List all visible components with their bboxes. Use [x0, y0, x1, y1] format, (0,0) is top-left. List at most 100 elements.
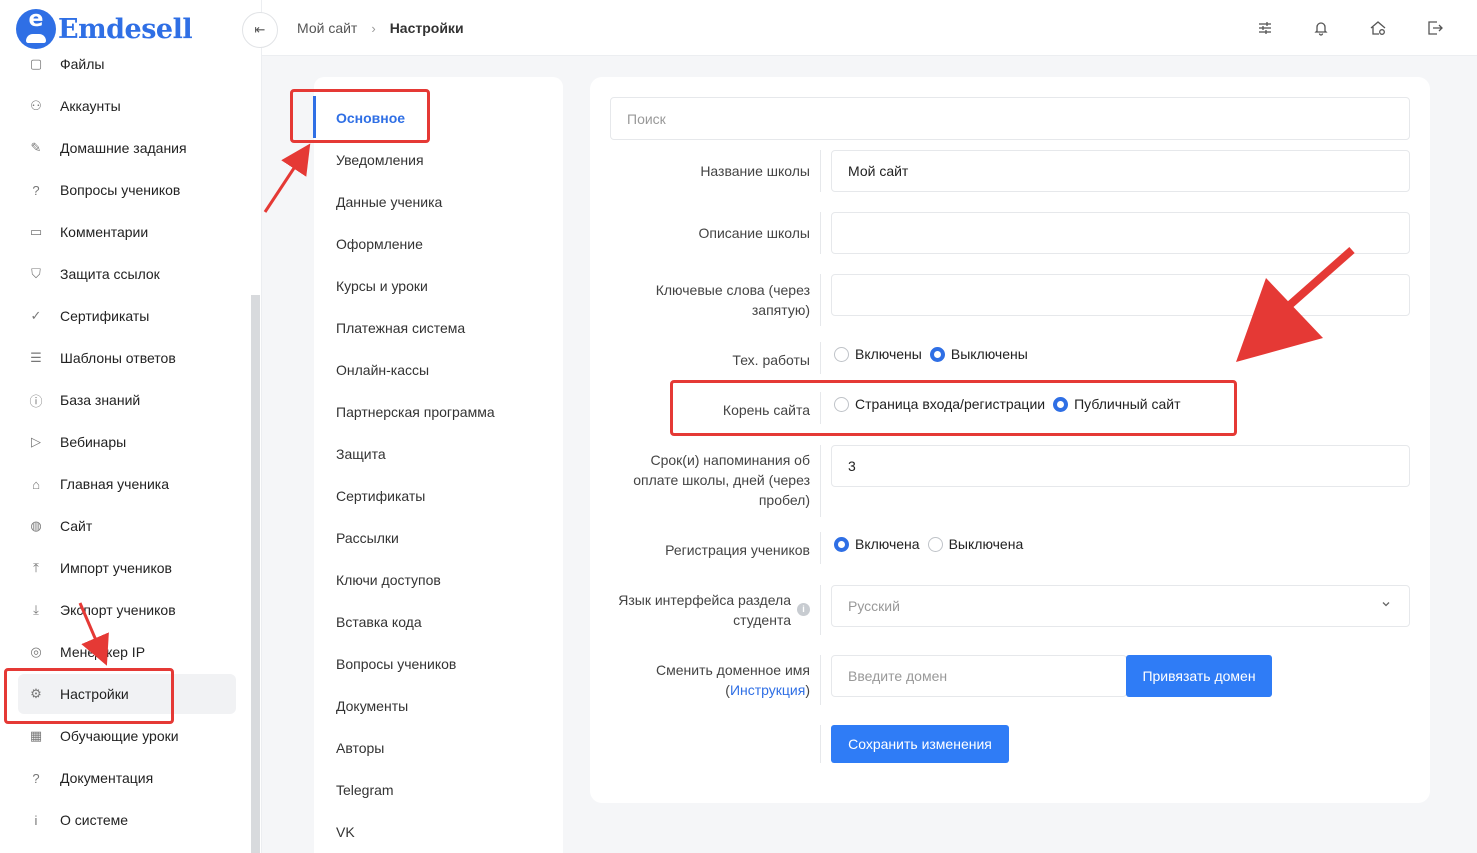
sidebar-item-label: Сайт: [60, 518, 93, 534]
pencil-icon: ✎: [30, 140, 42, 155]
domain-input[interactable]: Введите домен: [831, 655, 1127, 697]
breadcrumb: Мой сайт › Настройки: [297, 20, 464, 36]
registration-off-radio[interactable]: [927, 536, 943, 552]
info-icon[interactable]: i: [797, 603, 810, 616]
save-changes-button[interactable]: Сохранить изменения: [831, 725, 1009, 763]
sidebar-item-label: Сертификаты: [60, 308, 150, 324]
sidebar-item[interactable]: ⚇ Аккаунты: [18, 86, 236, 126]
list-icon: ☰: [30, 350, 42, 365]
settings-menu-item[interactable]: Вопросы учеников: [336, 654, 456, 674]
school-name-input[interactable]: Мой сайт: [831, 150, 1410, 192]
maintenance-label: Тех. работы: [732, 352, 810, 368]
bell-icon[interactable]: [1310, 17, 1332, 39]
sidebar-item-label: Экспорт учеников: [60, 602, 176, 618]
breadcrumb-root[interactable]: Мой сайт: [297, 20, 357, 36]
settings-search-input[interactable]: Поиск: [610, 97, 1410, 140]
sidebar-item-label: Аккаунты: [60, 98, 121, 114]
play-icon: ▷: [31, 434, 41, 449]
collapse-sidebar-button[interactable]: ⇤: [242, 12, 278, 48]
check-badge-icon: ✓: [30, 308, 42, 323]
settings-menu-item[interactable]: Ключи доступов: [336, 570, 441, 590]
keywords-label-line: Ключевые слова (через: [655, 282, 810, 298]
language-label: Язык интерфейса раздела студента: [618, 590, 791, 630]
annotation-arrow: [263, 143, 311, 213]
settings-menu-item[interactable]: Онлайн-кассы: [336, 360, 429, 380]
settings-menu-item[interactable]: Курсы и уроки: [336, 276, 428, 296]
school-description-input[interactable]: [831, 212, 1410, 254]
sidebar-item[interactable]: ? Вопросы учеников: [18, 170, 236, 210]
instruction-link[interactable]: Инструкция: [730, 682, 805, 698]
collapse-left-icon: ⇤: [254, 22, 266, 37]
registration-label: Регистрация учеников: [665, 542, 810, 558]
settings-menu-item[interactable]: Защита: [336, 444, 386, 464]
sliders-icon[interactable]: [1254, 17, 1276, 39]
sidebar-item-label: Документация: [60, 770, 154, 786]
language-label-line: студента: [733, 612, 791, 628]
settings-menu-item[interactable]: Данные ученика: [336, 192, 442, 212]
settings-menu-item[interactable]: Вставка кода: [336, 612, 422, 632]
sidebar-item[interactable]: ✎ Домашние задания: [18, 128, 236, 168]
info-square-icon: i: [34, 812, 38, 828]
row-separator: [820, 445, 821, 517]
maintenance-off-label[interactable]: Выключены: [951, 346, 1028, 362]
sidebar-item[interactable]: ◍ Сайт: [18, 506, 236, 546]
sidebar-item[interactable]: ▢ Файлы: [18, 44, 236, 84]
keywords-input[interactable]: [831, 274, 1410, 316]
comment-icon: ▭: [29, 224, 43, 239]
settings-menu-item[interactable]: Telegram: [336, 780, 394, 800]
sidebar-item[interactable]: ☰ Шаблоны ответов: [18, 338, 236, 378]
language-select[interactable]: Русский: [831, 585, 1410, 627]
shield-icon: ⛉: [31, 266, 41, 281]
sidebar-item[interactable]: ◎ Менеджер IP: [18, 632, 236, 672]
sidebar-item[interactable]: ⤒ Импорт учеников: [18, 548, 236, 588]
maintenance-on-radio[interactable]: [834, 346, 849, 362]
home-settings-icon[interactable]: [1367, 17, 1389, 39]
settings-menu-item[interactable]: Авторы: [336, 738, 384, 758]
sidebar-item[interactable]: ▷ Вебинары: [18, 422, 236, 462]
sidebar-item-label: Менеджер IP: [60, 644, 146, 660]
sidebar-item-label: Обучающие уроки: [60, 728, 179, 744]
registration-on-radio[interactable]: [834, 536, 849, 552]
sidebar-item-label: Импорт учеников: [60, 560, 172, 576]
sidebar-item-label: Вопросы учеников: [60, 182, 181, 198]
sidebar-item[interactable]: ? Документация: [18, 758, 236, 798]
registration-on-label[interactable]: Включена: [855, 536, 920, 552]
sidebar-item[interactable]: ✓ Сертификаты: [18, 296, 236, 336]
settings-menu-item[interactable]: Платежная система: [336, 318, 465, 338]
row-separator: [820, 532, 821, 564]
maintenance-on-label[interactable]: Включены: [855, 346, 922, 362]
domain-label: Сменить доменное имя (Инструкция): [656, 660, 810, 700]
annotation-box-settings: [4, 668, 174, 724]
settings-menu-item[interactable]: Документы: [336, 696, 408, 716]
reminder-days-input[interactable]: 3: [831, 445, 1410, 487]
sidebar-item[interactable]: ▭ Комментарии: [18, 212, 236, 252]
sidebar-item[interactable]: i О системе: [18, 800, 236, 840]
sidebar-item[interactable]: ⛉ Защита ссылок: [18, 254, 236, 294]
settings-menu-item[interactable]: VK: [336, 822, 355, 842]
logo-badge-icon: e: [16, 7, 56, 49]
settings-menu-item[interactable]: Рассылки: [336, 528, 399, 548]
sidebar-scrollbar[interactable]: [251, 295, 260, 853]
download-icon: ⤓: [33, 602, 39, 617]
registration-off-label[interactable]: Выключена: [949, 536, 1024, 552]
maintenance-off-radio[interactable]: [929, 346, 945, 362]
sidebar-item[interactable]: ⤓ Экспорт учеников: [18, 590, 236, 630]
settings-menu-item[interactable]: Уведомления: [336, 150, 424, 170]
users-icon: ⚇: [30, 98, 42, 113]
logout-icon[interactable]: [1424, 17, 1446, 39]
maintenance-radio-group: Включены Выключены: [834, 346, 1028, 362]
instruction-paren: ): [805, 682, 810, 698]
sidebar-item[interactable]: ⓘ База знаний: [18, 380, 236, 420]
question-circle-icon: ?: [32, 182, 40, 198]
chevron-down-icon[interactable]: [1380, 598, 1392, 613]
file-icon: ▢: [29, 56, 43, 71]
annotation-box-general: [290, 89, 430, 143]
registration-radio-group: Включена Выключена: [834, 536, 1023, 552]
sidebar-item[interactable]: ⌂ Главная ученика: [18, 464, 236, 504]
row-separator: [820, 585, 821, 635]
sidebar-item-label: Файлы: [60, 56, 105, 72]
bind-domain-button[interactable]: Привязать домен: [1126, 655, 1272, 697]
settings-menu-item[interactable]: Сертификаты: [336, 486, 425, 506]
settings-menu-item[interactable]: Оформление: [336, 234, 423, 254]
settings-menu-item[interactable]: Партнерская программа: [336, 402, 495, 422]
